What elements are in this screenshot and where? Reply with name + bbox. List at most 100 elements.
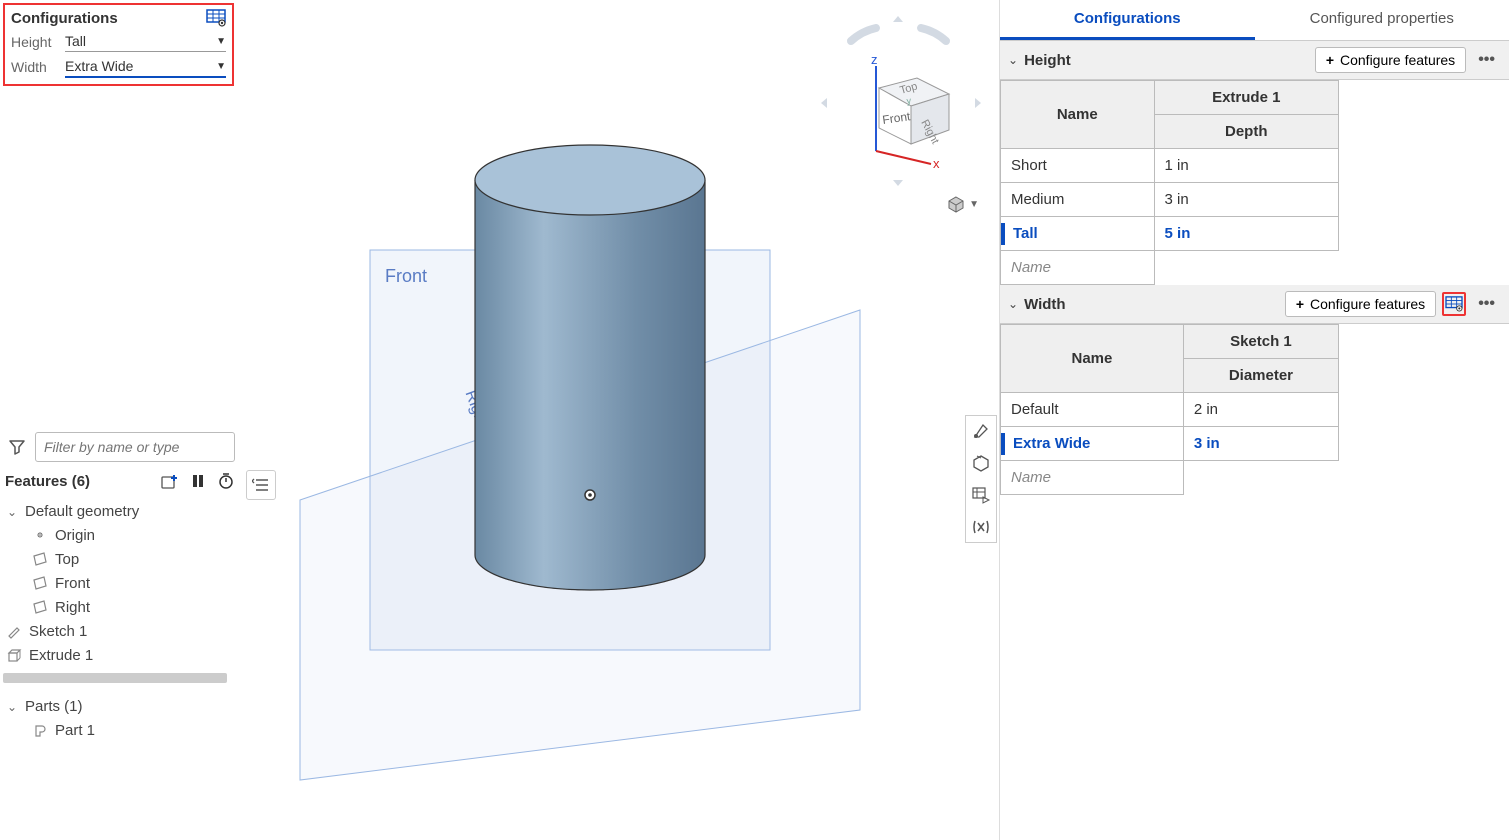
table-row[interactable]: Default2 in [1001,393,1339,427]
tree-label: Parts (1) [25,698,83,715]
tree-item[interactable]: Origin [3,523,239,547]
config-table-title: Width [1024,296,1279,313]
tree-label: Top [55,551,79,568]
instance-tool-icon[interactable] [966,448,996,478]
config-label: Height [11,34,59,50]
cell-value[interactable]: 3 in [1183,427,1338,461]
timer-icon[interactable] [215,470,237,492]
view-cube[interactable]: z x Front Right Top y [821,16,981,186]
part-icon [31,721,49,739]
table-row[interactable]: Tall5 in [1001,217,1339,251]
chevron-down-icon[interactable]: ⌄ [1008,297,1018,311]
config-dropdown[interactable]: Extra Wide ▼ [65,56,226,78]
feature-tree-panel: Features (6) ⌄ Default geometry Origin Top F… [3,430,239,744]
table-row[interactable]: Short1 in [1001,149,1339,183]
configure-features-button[interactable]: +Configure features [1285,291,1436,317]
config-table: NameExtrude 1DepthShort1 inMedium3 inTal… [1000,80,1339,285]
cell-name[interactable]: Extra Wide [1001,427,1184,461]
chevron-down-icon[interactable]: ⌄ [5,700,19,714]
3d-viewport[interactable]: Front Right z x [240,0,999,840]
cell-name[interactable]: Short [1001,149,1155,183]
tree-item[interactable]: Right [3,595,239,619]
tree-item[interactable]: Top [3,547,239,571]
col-header-name: Name [1001,325,1184,393]
cell-value[interactable]: 5 in [1154,217,1338,251]
filter-icon[interactable] [7,436,27,458]
config-table-icon[interactable] [1442,292,1466,316]
variable-tool-icon[interactable] [966,512,996,542]
extrude-icon [5,646,23,664]
features-heading: Features (6) [5,473,153,490]
tab-configured-properties[interactable]: Configured properties [1255,0,1509,40]
render-mode-button[interactable]: ▼ [947,195,979,213]
config-table-title: Height [1024,52,1309,69]
configuration-panel: Configurations Configured properties ⌄ He… [999,0,1509,840]
tree-item[interactable]: Extrude 1 [3,643,239,667]
cell-name[interactable]: Tall [1001,217,1155,251]
col-header-name: Name [1001,81,1155,149]
tree-item[interactable]: Front [3,571,239,595]
tree-label: Part 1 [55,722,95,739]
col-header-feature: Sketch 1 [1183,325,1338,359]
configurations-panel: Configurations Height Tall ▼ Width Extra Wid… [3,3,234,86]
cell-name[interactable]: Medium [1001,183,1155,217]
config-table-header: ⌄ Width +Configure features ••• [1000,285,1509,324]
config-value: Extra Wide [65,58,133,74]
cell-placeholder[interactable]: Name [1001,251,1155,285]
plane-icon [31,550,49,568]
cell-value[interactable]: 2 in [1183,393,1338,427]
pause-icon[interactable] [187,470,209,492]
col-header-param: Depth [1154,115,1338,149]
cell-placeholder[interactable]: Name [1001,461,1184,495]
tree-label: Origin [55,527,95,544]
context-toolbar [965,415,997,543]
tree-label: Front [55,575,90,592]
filter-input[interactable] [35,432,235,462]
config-select-width: Width Extra Wide ▼ [11,56,226,78]
cell-name[interactable]: Default [1001,393,1184,427]
config-table: NameSketch 1DiameterDefault2 inExtra Wid… [1000,324,1339,495]
config-table-header: ⌄ Height +Configure features ••• [1000,41,1509,80]
config-tool-icon[interactable] [966,480,996,510]
tree-label: Extrude 1 [29,647,93,664]
plane-label-front: Front [385,266,427,286]
plane-icon [31,598,49,616]
tree-label: Default geometry [25,503,139,520]
svg-text:z: z [871,52,878,67]
col-header-feature: Extrude 1 [1154,81,1338,115]
table-row-new[interactable]: Name [1001,461,1339,495]
origin-icon [31,526,49,544]
chevron-down-icon[interactable]: ⌄ [5,505,19,519]
table-row[interactable]: Extra Wide3 in [1001,427,1339,461]
tree-label: Sketch 1 [29,623,87,640]
appearance-tool-icon[interactable] [966,416,996,446]
chevron-down-icon[interactable]: ⌄ [1008,53,1018,67]
add-feature-icon[interactable] [159,470,181,492]
sketch-icon [5,622,23,640]
cell-value[interactable]: 3 in [1154,183,1338,217]
scrollbar-stub [3,673,227,683]
cell-value[interactable]: 1 in [1154,149,1338,183]
dropdown-caret-icon: ▼ [216,36,226,47]
col-header-param: Diameter [1183,359,1338,393]
config-select-height: Height Tall ▼ [11,31,226,52]
table-row-new[interactable]: Name [1001,251,1339,285]
more-icon[interactable]: ••• [1472,51,1501,69]
tree-group-parts[interactable]: ⌄ Parts (1) [3,695,239,718]
tree-label: Right [55,599,90,616]
tree-item[interactable]: Sketch 1 [3,619,239,643]
configurations-panel-title: Configurations [11,10,118,27]
svg-text:x: x [933,156,940,171]
tree-group[interactable]: ⌄ Default geometry [3,500,239,523]
config-label: Width [11,59,59,75]
configure-features-button[interactable]: +Configure features [1315,47,1466,73]
plane-icon [31,574,49,592]
config-table-icon[interactable] [206,9,226,27]
config-dropdown[interactable]: Tall ▼ [65,31,226,52]
tab-configurations[interactable]: Configurations [1000,0,1255,40]
tree-item[interactable]: Part 1 [3,718,239,742]
dropdown-caret-icon: ▼ [216,61,226,72]
config-value: Tall [65,33,86,49]
table-row[interactable]: Medium3 in [1001,183,1339,217]
more-icon[interactable]: ••• [1472,295,1501,313]
